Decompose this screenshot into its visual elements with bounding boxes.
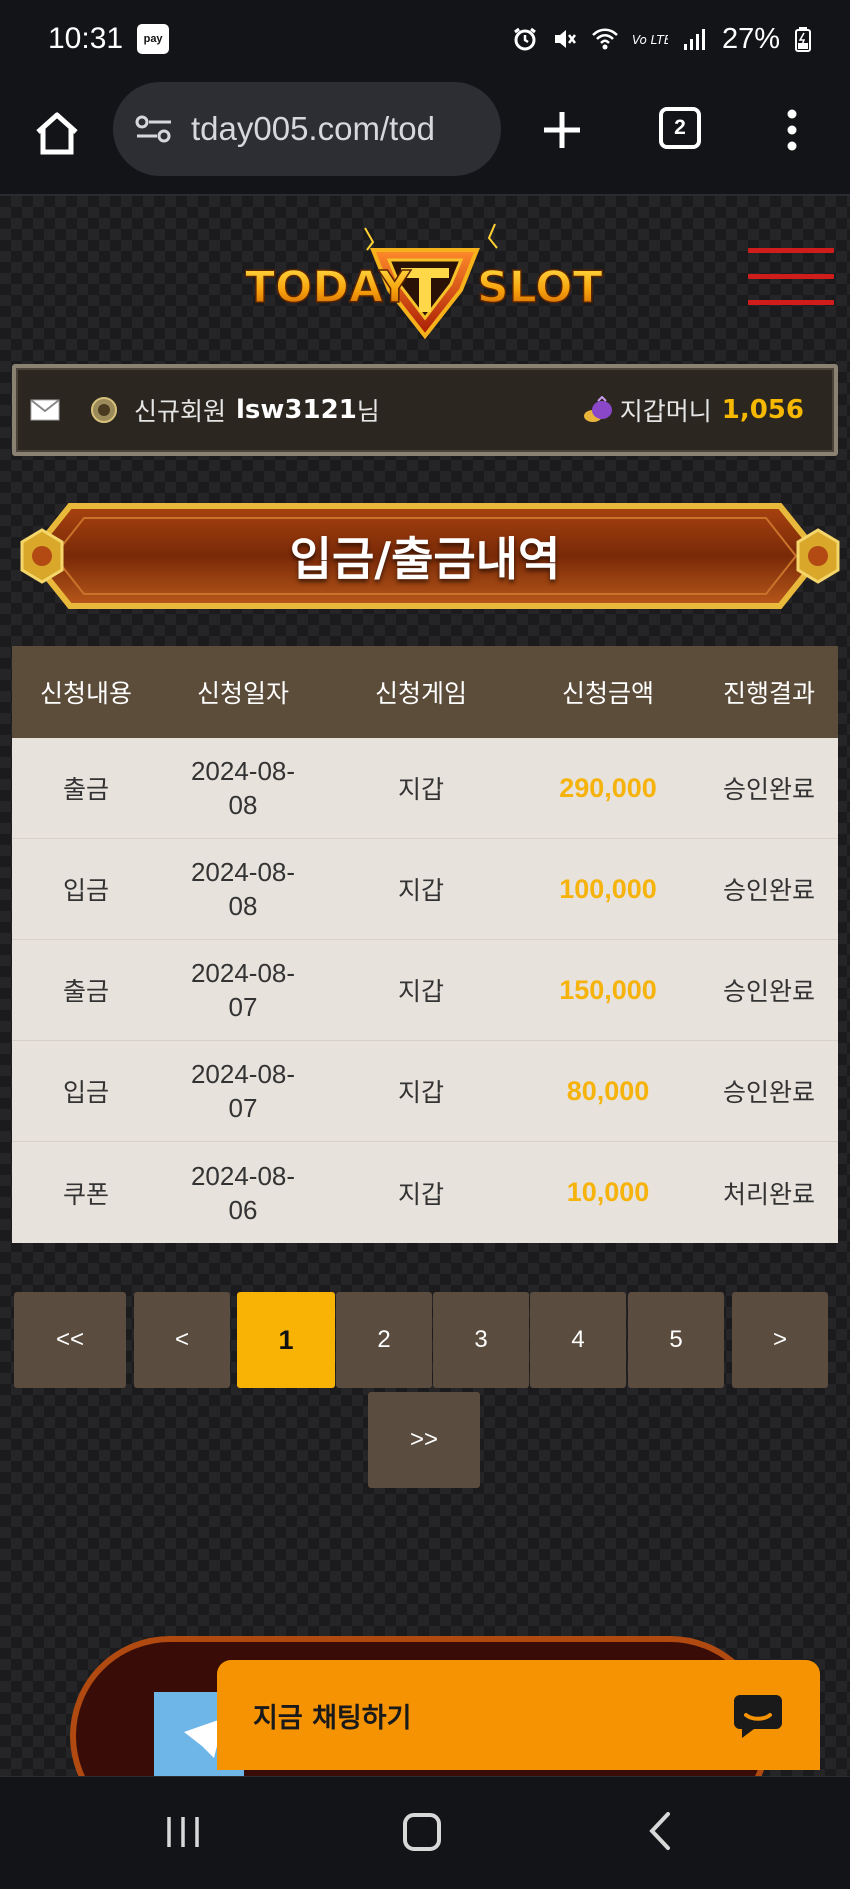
- recent-apps-icon[interactable]: [163, 1815, 203, 1849]
- new-tab-icon[interactable]: [540, 108, 584, 152]
- pay-icon: pay: [137, 24, 170, 54]
- cell-amount: 100,000: [559, 873, 657, 904]
- chat-label: 지금 채팅하기: [253, 1702, 412, 1734]
- page-1-button[interactable]: 1: [237, 1292, 335, 1388]
- cell-result: 승인완료: [722, 775, 815, 804]
- header-date: 신청일자: [196, 679, 289, 708]
- username-suffix: 님: [356, 397, 380, 426]
- nav-home-icon[interactable]: [403, 1813, 441, 1851]
- home-icon[interactable]: [32, 108, 82, 158]
- back-icon[interactable]: [648, 1811, 672, 1851]
- live-chat-button[interactable]: 지금 채팅하기: [217, 1660, 820, 1770]
- page-3-button[interactable]: 3: [433, 1292, 529, 1388]
- cell-result: 승인완료: [722, 876, 815, 905]
- cell-game: 지갑: [397, 1078, 444, 1107]
- cell-date: 2024-08- 08: [190, 857, 296, 921]
- cell-type: 출금: [62, 775, 109, 804]
- page-4-button[interactable]: 4: [530, 1292, 626, 1388]
- header-amount: 신청금액: [561, 679, 654, 708]
- user-info-bar: 신규회원 lsw3121 님 지갑머니 1,056: [12, 364, 838, 456]
- mail-icon[interactable]: [30, 399, 60, 421]
- svg-text:Vo LTE: Vo LTE: [632, 33, 668, 47]
- battery-icon: [795, 27, 811, 52]
- header-game: 신청게임: [374, 679, 467, 708]
- header-result: 진행결과: [722, 679, 815, 708]
- logo-text-left: TODAY: [245, 262, 412, 313]
- header-type: 신청내용: [39, 679, 132, 708]
- browser-toolbar: tday005.com/tod 2: [0, 78, 850, 196]
- cell-type: 출금: [62, 977, 109, 1006]
- status-icons: Vo LTE 27%: [512, 23, 812, 56]
- cell-type: 입금: [62, 876, 109, 905]
- web-page: TODAY SLOT 신규회원 lsw3121 님 지갑머니 1,056 입금/…: [0, 196, 850, 1776]
- hamburger-menu-icon[interactable]: [748, 248, 834, 310]
- cell-game: 지갑: [397, 775, 444, 804]
- cell-amount: 290,000: [559, 772, 657, 803]
- cell-type: 쿠폰: [62, 1179, 109, 1209]
- cell-date: 2024-08- 06: [190, 1160, 296, 1225]
- wallet-amount: 1,056: [721, 395, 804, 425]
- page-next-button[interactable]: >: [732, 1292, 828, 1388]
- money-bag-icon: [583, 396, 612, 422]
- page-2-button[interactable]: 2: [336, 1292, 432, 1388]
- battery-percent: 27%: [721, 22, 780, 55]
- cell-date: 2024-08- 07: [190, 1059, 296, 1123]
- address-bar[interactable]: tday005.com/tod: [113, 82, 501, 176]
- cell-amount: 80,000: [566, 1075, 650, 1106]
- cell-result: 승인완료: [722, 977, 815, 1006]
- transaction-history-table: 신청내용 신청일자 신청게임 신청금액 진행결과 출금 2024-08- 08 지…: [12, 646, 838, 1243]
- cell-game: 지갑: [397, 1179, 444, 1209]
- signal-icon: [683, 29, 705, 50]
- wallet-label: 지갑머니: [619, 397, 712, 426]
- page-prev-button[interactable]: <: [134, 1292, 230, 1388]
- status-bar: 10:31 pay Vo LTE 27%: [0, 0, 850, 78]
- table-row: 쿠폰 2024-08- 06 지갑 10,000 처리완료: [12, 1142, 838, 1243]
- page-first-button[interactable]: <<: [14, 1292, 126, 1388]
- cell-result: 처리완료: [722, 1179, 815, 1209]
- cell-game: 지갑: [397, 876, 444, 905]
- page-last-button[interactable]: >>: [368, 1392, 480, 1488]
- table-row: 입금 2024-08- 08 지갑 100,000 승인완료: [12, 839, 838, 940]
- logo-text-right: SLOT: [477, 262, 603, 313]
- page-title: 입금/출금내역: [289, 532, 561, 586]
- page-title-banner: 입금/출금내역: [10, 486, 840, 626]
- wallet-balance: 지갑머니 1,056: [582, 392, 804, 428]
- cell-amount: 10,000: [566, 1177, 650, 1207]
- username: lsw3121: [236, 395, 357, 425]
- url-text: tday005.com/tod: [191, 110, 435, 147]
- table-header-row: 신청내용 신청일자 신청게임 신청금액 진행결과: [12, 646, 838, 738]
- cell-game: 지갑: [397, 977, 444, 1006]
- table-row: 출금 2024-08- 08 지갑 290,000 승인완료: [12, 738, 838, 839]
- chat-bubble-icon: [734, 1695, 782, 1738]
- system-nav-bar: [0, 1776, 850, 1889]
- cell-type: 입금: [62, 1078, 109, 1107]
- cell-date: 2024-08- 07: [190, 958, 296, 1022]
- level-badge-icon: [91, 397, 117, 423]
- site-settings-icon[interactable]: [135, 114, 173, 144]
- cell-date: 2024-08- 08: [190, 756, 296, 820]
- table-row: 입금 2024-08- 07 지갑 80,000 승인완료: [12, 1041, 838, 1142]
- volte-icon: Vo LTE: [632, 33, 668, 47]
- tab-switcher-button[interactable]: 2: [659, 107, 701, 149]
- cell-result: 승인완료: [722, 1078, 815, 1107]
- more-menu-icon[interactable]: [780, 106, 804, 154]
- member-level-label: 신규회원: [134, 397, 227, 426]
- mute-icon: [554, 30, 576, 48]
- status-time: 10:31: [48, 22, 124, 55]
- table-row: 출금 2024-08- 07 지갑 150,000 승인완료: [12, 940, 838, 1041]
- page-5-button[interactable]: 5: [628, 1292, 724, 1388]
- site-logo[interactable]: TODAY SLOT: [245, 216, 605, 346]
- alarm-icon: [514, 27, 536, 51]
- cell-amount: 150,000: [559, 974, 657, 1005]
- wifi-icon: [592, 28, 618, 50]
